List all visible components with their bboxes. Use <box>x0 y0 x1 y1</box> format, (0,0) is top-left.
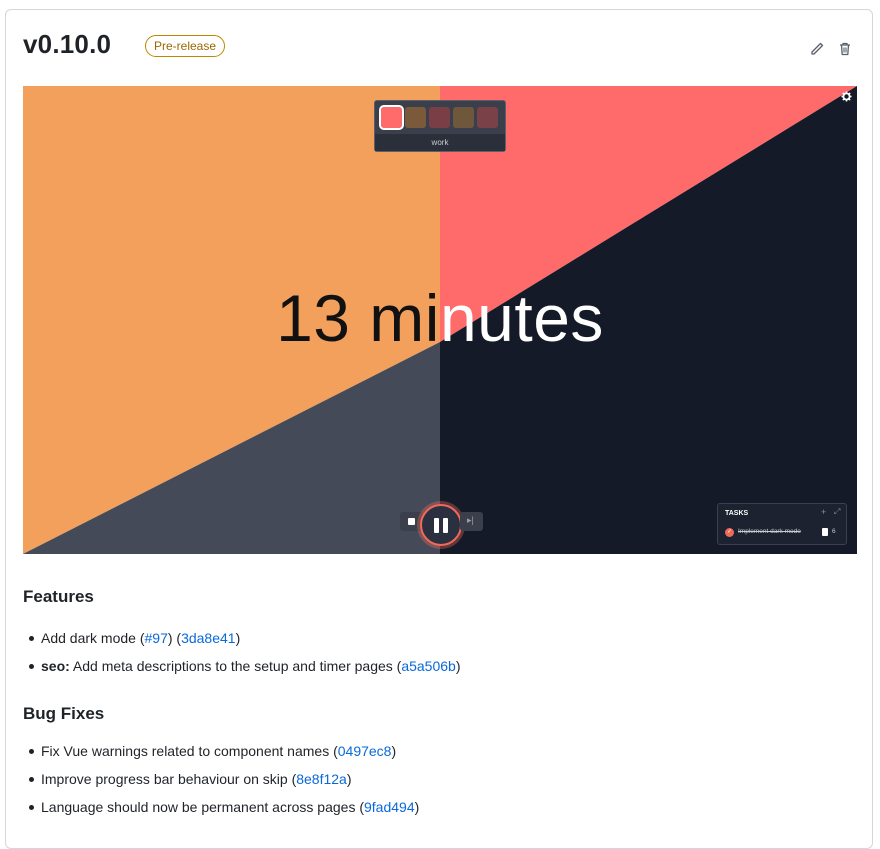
scope-label: seo: <box>41 658 70 674</box>
list-item: seo: Add meta descriptions to the setup … <box>23 656 461 684</box>
release-card: v0.10.0 Pre-release work 13 minutes minu… <box>5 9 873 849</box>
skip-button[interactable]: ▸| <box>460 512 483 531</box>
features-list: Add dark mode (#97) (3da8e41) seo: Add m… <box>23 628 461 684</box>
pre-release-badge: Pre-release <box>145 35 226 57</box>
list-item: Add dark mode (#97) (3da8e41) <box>23 628 461 656</box>
expand-icon[interactable]: ⤢ <box>834 507 840 517</box>
commit-link[interactable]: 9fad494 <box>364 799 415 815</box>
swatch-5[interactable] <box>477 107 498 128</box>
list-item: Language should now be permanent across … <box>23 797 419 825</box>
pause-icon-bar <box>443 518 448 533</box>
tasks-title: TASKS <box>725 510 749 517</box>
list-item: Improve progress bar behaviour on skip (… <box>23 769 419 797</box>
issue-link[interactable]: #97 <box>145 630 168 646</box>
plus-icon[interactable]: + <box>821 507 826 517</box>
color-palette: work <box>374 100 506 152</box>
stop-icon <box>408 518 415 525</box>
skip-icon: ▸| <box>467 515 474 525</box>
swatch-1[interactable] <box>379 105 404 130</box>
commit-link[interactable]: 8e8f12a <box>296 771 347 787</box>
swatch-3[interactable] <box>429 107 450 128</box>
check-icon[interactable]: ✓ <box>725 528 734 537</box>
pencil-icon[interactable] <box>809 41 825 57</box>
trash-icon[interactable] <box>837 41 853 57</box>
commit-link[interactable]: 0497ec8 <box>338 743 392 759</box>
release-title: v0.10.0 <box>23 29 112 59</box>
features-heading: Features <box>23 587 94 606</box>
task-count: 6 <box>832 528 836 535</box>
gear-icon[interactable] <box>841 91 852 102</box>
bug-fixes-heading: Bug Fixes <box>23 704 105 723</box>
palette-label: work <box>375 134 505 151</box>
swatch-2[interactable] <box>405 107 426 128</box>
swatch-4[interactable] <box>453 107 474 128</box>
release-screenshot: work 13 minutes 13 minutes ▸| TASKS + ⤢ … <box>23 86 857 554</box>
list-item: Fix Vue warnings related to component na… <box>23 741 419 769</box>
trash-icon[interactable] <box>822 528 828 536</box>
task-item[interactable]: ✓ Implement dark mode 6 <box>725 527 843 539</box>
pause-icon <box>434 518 439 533</box>
task-text: Implement dark mode <box>738 528 801 535</box>
tasks-panel: TASKS + ⤢ ✓ Implement dark mode 6 <box>717 503 847 545</box>
commit-link[interactable]: a5a506b <box>401 658 456 674</box>
pause-button[interactable] <box>420 504 462 546</box>
bug-fixes-list: Fix Vue warnings related to component na… <box>23 741 419 825</box>
commit-link[interactable]: 3da8e41 <box>181 630 236 646</box>
